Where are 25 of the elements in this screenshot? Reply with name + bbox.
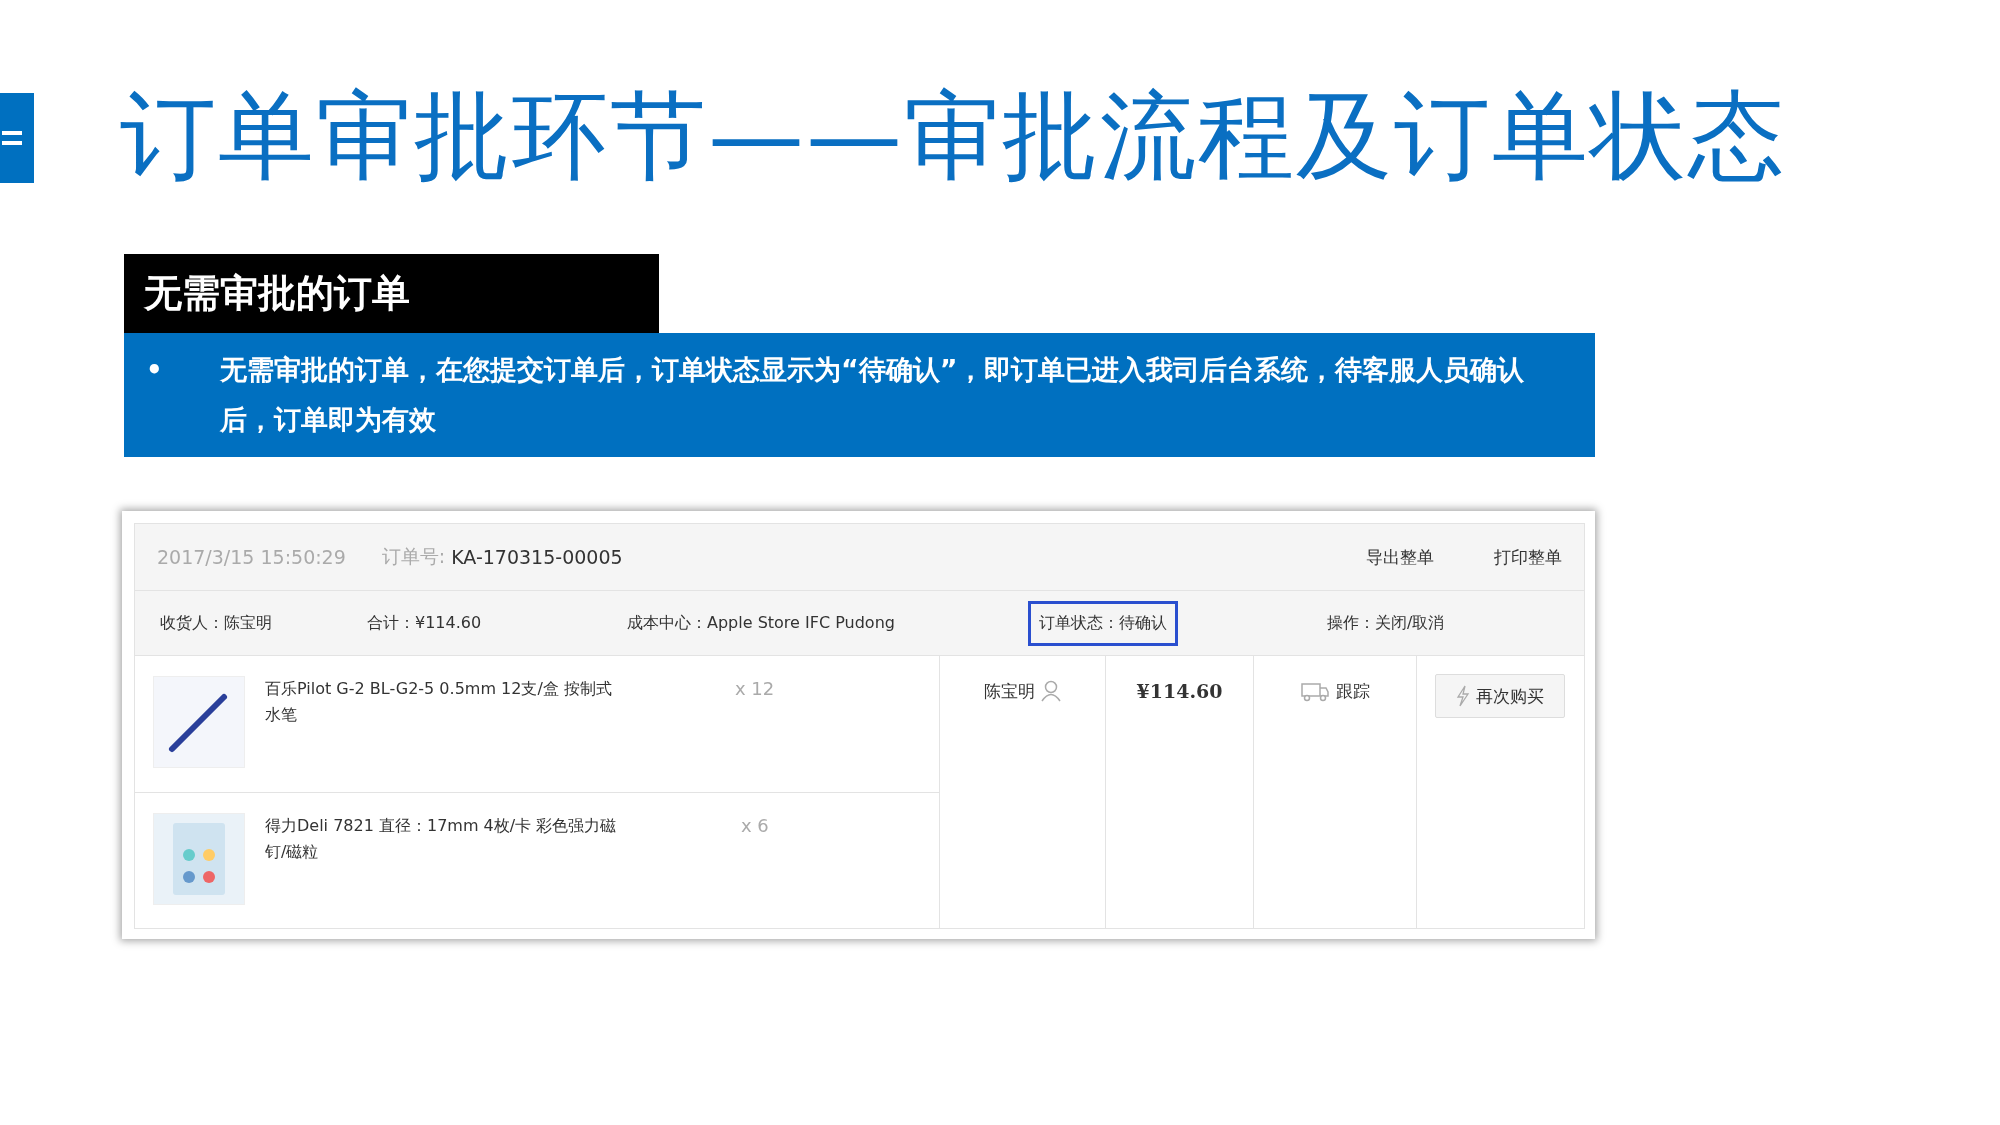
recipient-name: 陈宝明 <box>984 680 1035 703</box>
info-text: 操作：关闭/取消 <box>1326 611 1446 634</box>
order-action-link[interactable]: 打印整单 <box>1494 545 1562 569</box>
info-text: 合计：¥114.60 <box>366 611 483 634</box>
order-datetime: 2017/3/15 15:50:29 <box>157 546 346 568</box>
person-icon <box>1041 680 1061 702</box>
order-number-label: 订单号: <box>381 544 446 569</box>
note-text: 无需审批的订单，在您提交订单后，订单状态显示为“待确认”，即订单已进入我司后台系统，待客服人员确认后，订单即为有效 <box>220 353 1526 437</box>
info-text: 收货人：陈宝明 <box>159 611 273 634</box>
order-action-link[interactable]: 导出整单 <box>1366 545 1434 569</box>
buy-again-button[interactable]: 再次购买 <box>1435 674 1565 718</box>
product-name: 百乐Pilot G-2 BL-G2-5 0.5mm 12支/盒 按制式水笔 <box>265 678 613 726</box>
order-number: KA-170315-00005 <box>451 546 623 568</box>
lightning-icon <box>1456 685 1470 707</box>
truck-icon <box>1300 680 1330 702</box>
product-quantity: x 6 <box>741 814 769 838</box>
highlighted-info-text: 订单状态：待确认 <box>1028 600 1178 646</box>
section-label: 无需审批的订单 <box>124 254 659 333</box>
slide-title: 订单审批环节——审批流程及订单状态 <box>120 79 1786 194</box>
info-text: 成本中心：Apple Store IFC Pudong <box>626 611 896 634</box>
product-name: 得力Deli 7821 直径：17mm 4枚/卡 彩色强力磁钉/磁粒 <box>265 814 618 863</box>
bullet-mark: • <box>146 354 164 387</box>
track-link[interactable]: 跟踪 <box>1336 680 1370 703</box>
product-quantity: x 12 <box>735 678 775 701</box>
order-total: ¥114.60 <box>1136 680 1223 702</box>
